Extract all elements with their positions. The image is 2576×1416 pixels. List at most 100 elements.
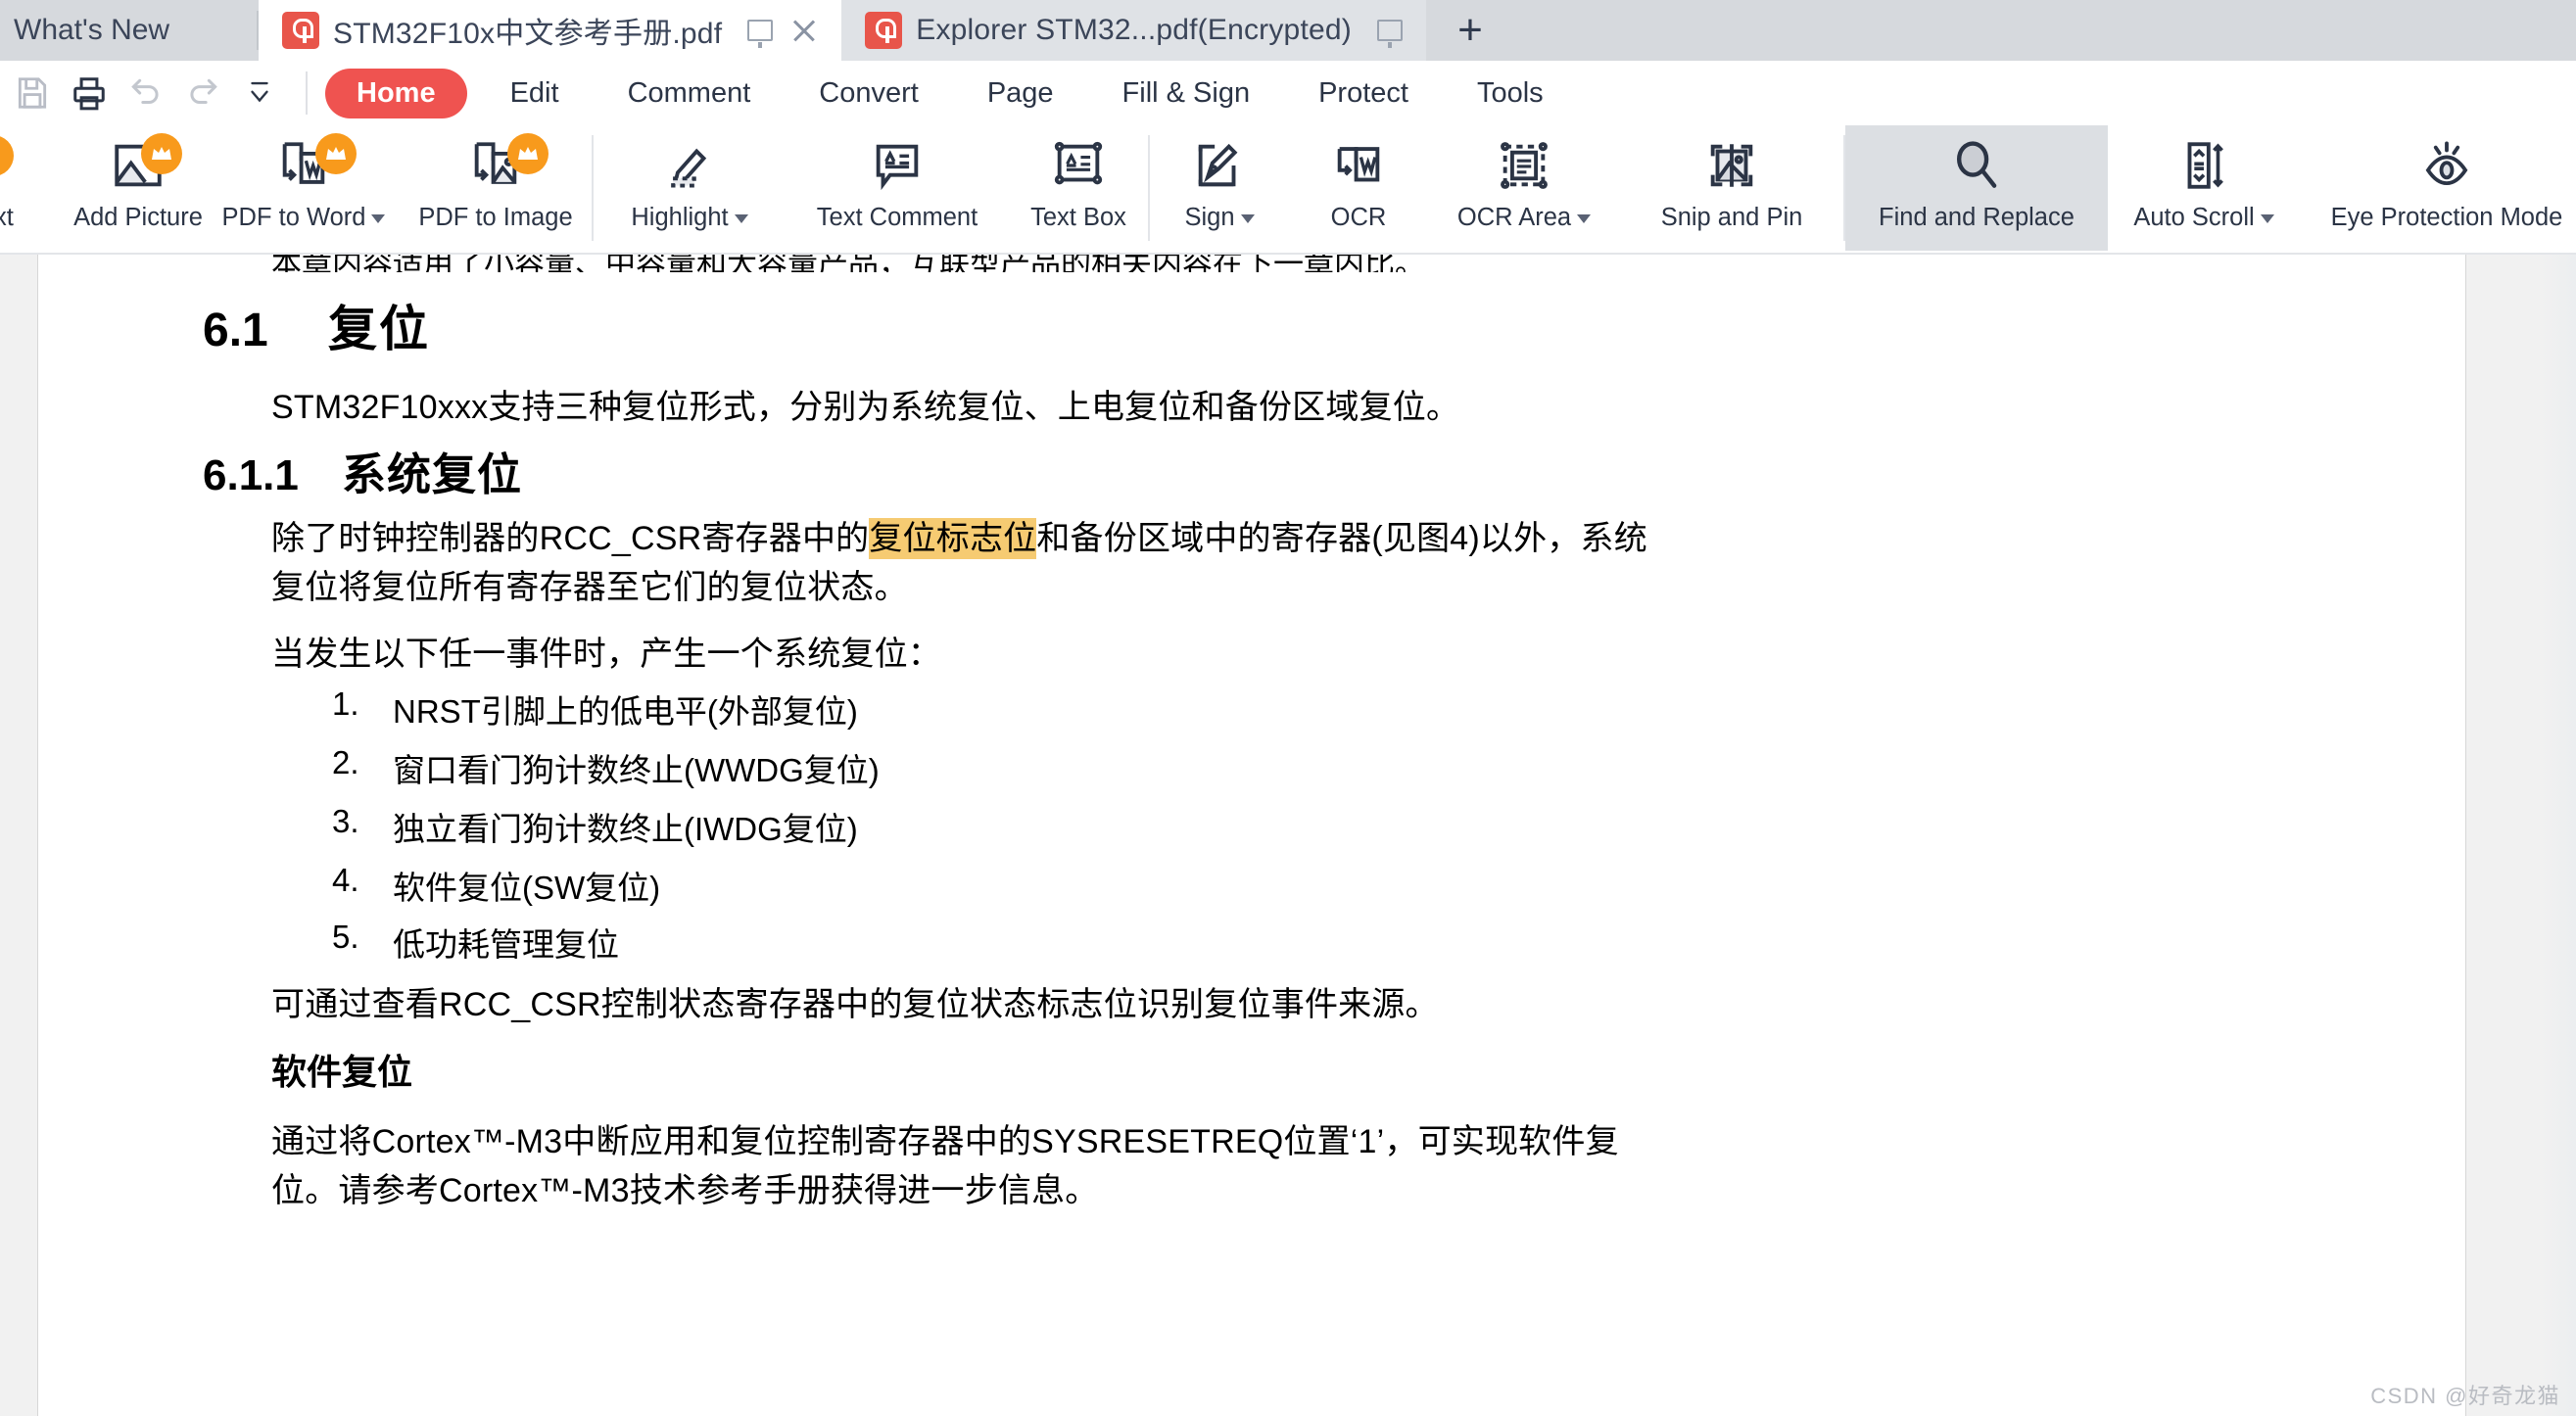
heading-6-1-1-text: 系统复位	[342, 449, 523, 499]
ribbon-highlight-label: Highlight	[631, 204, 748, 232]
ocr-area-icon	[1501, 142, 1548, 189]
ribbon-add-text-label: xt	[0, 204, 14, 231]
ribbon-sign[interactable]: Sign	[1150, 125, 1289, 251]
menu-item-convert[interactable]: Convert	[793, 69, 944, 118]
chevron-down-icon[interactable]	[1577, 214, 1592, 223]
text-box-icon	[1054, 141, 1103, 185]
ribbon-ocr-label: OCR	[1330, 204, 1387, 231]
ribbon-snip-and-pin-label: Snip and Pin	[1660, 204, 1803, 231]
paragraph-reset-intro: STM32F10xxx支持三种复位形式，分别为系统复位、上电复位和备份区域复位。	[271, 389, 1460, 426]
list-item-number: 1.	[332, 685, 359, 722]
list-item-number: 2.	[332, 744, 359, 780]
ribbon-add-text[interactable]: xt	[0, 125, 69, 251]
heading-6-1-text: 复位	[328, 302, 430, 356]
ribbon-snip-and-pin[interactable]: Snip and Pin	[1620, 125, 1843, 251]
snip-and-pin-icon	[1710, 144, 1753, 187]
pro-crown-icon	[507, 133, 549, 174]
ribbon-ocr-area-label: OCR Area	[1456, 204, 1592, 232]
paragraph-software-reset-line2: 位。请参考Cortex™-M3技术参考手册获得进一步信息。	[271, 1172, 1099, 1209]
ribbon-pdf-to-word-text: PDF to Word	[221, 204, 366, 231]
ribbon-eye-protection-mode[interactable]: Eye Protection Mode	[2300, 125, 2576, 251]
list-item-text: 窗口看门狗计数终止(WWDG复位)	[393, 752, 880, 788]
sub-heading-software-reset: 软件复位	[271, 1052, 413, 1092]
vertical-scrollbar[interactable]	[2541, 255, 2576, 1416]
chevron-down-icon[interactable]	[734, 214, 748, 223]
menu-item-protect[interactable]: Protect	[1293, 69, 1434, 118]
tab-whats-new-label: What's New	[14, 14, 170, 46]
list-item: 1. NRST引脚上的低电平(外部复位)	[332, 685, 858, 732]
tab-whats-new[interactable]: What's New	[0, 0, 257, 61]
paragraph-system-reset-pre: 除了时钟控制器的RCC_CSR寄存器中的	[271, 520, 870, 557]
chevron-down-icon[interactable]	[2260, 214, 2274, 223]
ribbon-add-picture[interactable]: Add Picture	[69, 125, 208, 251]
clipped-previous-paragraph: 本章内容适用了小容量、中容量和大容量产品，互联型产品的相关内容在下一章内比。	[271, 255, 1425, 272]
ribbon-text-comment[interactable]: Text Comment	[786, 125, 1009, 251]
ribbon-sign-text: Sign	[1184, 204, 1235, 231]
chevron-down-icon[interactable]	[371, 214, 386, 223]
present-mode-icon[interactable]	[747, 20, 774, 48]
tab-explorer-encrypted[interactable]: Explorer STM32...pdf(Encrypted)	[841, 0, 1426, 61]
paragraph-system-reset-line2: 复位将复位所有寄存器至它们的复位状态。	[271, 569, 908, 606]
eye-protection-icon	[2425, 141, 2468, 186]
ribbon-pdf-to-word-label: PDF to Word	[222, 204, 386, 232]
paragraph-reset-events-intro: 当发生以下任一事件时，产生一个系统复位：	[271, 636, 941, 673]
csdn-watermark: CSDN @好奇龙猫	[2370, 1384, 2560, 1408]
list-item-text: NRST引脚上的低电平(外部复位)	[393, 693, 858, 730]
tab-inactive-label: Explorer STM32...pdf(Encrypted)	[916, 14, 1352, 46]
menu-item-fill-and-sign[interactable]: Fill & Sign	[1097, 69, 1276, 118]
print-icon[interactable]	[61, 65, 118, 121]
menu-item-tools[interactable]: Tools	[1452, 69, 1569, 118]
ribbon-sign-label: Sign	[1184, 204, 1255, 232]
list-item: 3. 独立看门狗计数终止(IWDG复位)	[332, 803, 858, 850]
list-item-number: 3.	[332, 803, 359, 839]
ribbon-pdf-to-word[interactable]: PDF to Word	[208, 125, 400, 251]
new-tab-button[interactable]: +	[1425, 0, 1514, 61]
ribbon-highlight[interactable]: Highlight	[594, 125, 786, 251]
ribbon-pdf-to-image-label: PDF to Image	[418, 204, 573, 231]
pro-crown-icon	[0, 135, 14, 176]
paragraph-software-reset-line1: 通过将Cortex™-M3中断应用和复位控制寄存器中的SYSRESETREQ位置…	[271, 1123, 1619, 1160]
list-item-number: 5.	[332, 919, 359, 955]
menu-item-page[interactable]: Page	[962, 69, 1079, 118]
pdf-icon	[282, 12, 319, 49]
ribbon-ocr[interactable]: OCR	[1289, 125, 1428, 251]
ribbon-text-comment-label: Text Comment	[816, 204, 978, 231]
highlighted-text[interactable]: 复位标志位	[869, 518, 1037, 559]
ribbon-highlight-text: Highlight	[631, 204, 729, 231]
chevron-down-icon[interactable]	[1240, 214, 1255, 223]
ribbon-ocr-area-text: OCR Area	[1456, 204, 1572, 231]
list-item-text: 独立看门狗计数终止(IWDG复位)	[393, 811, 858, 847]
ribbon-auto-scroll-label: Auto Scroll	[2133, 204, 2274, 232]
document-viewer[interactable]: 本章内容适用了小容量、中容量和大容量产品，互联型产品的相关内容在下一章内比。 6…	[0, 255, 2576, 1416]
menu-item-edit[interactable]: Edit	[485, 69, 585, 118]
ribbon-pdf-to-image[interactable]: PDF to Image	[400, 125, 592, 251]
menu-item-comment[interactable]: Comment	[602, 69, 777, 118]
list-item: 4. 软件复位(SW复位)	[332, 862, 660, 909]
heading-6-1: 6.1 复位	[203, 290, 430, 360]
ribbon-ocr-area[interactable]: OCR Area	[1428, 125, 1620, 251]
tab-stm32-reference-manual[interactable]: STM32F10x中文参考手册.pdf	[259, 0, 842, 61]
list-item-text: 软件复位(SW复位)	[393, 870, 661, 906]
menu-item-home[interactable]: Home	[325, 68, 467, 118]
ribbon-find-and-replace[interactable]: Find and Replace	[1845, 125, 2108, 251]
ribbon-text-box[interactable]: Text Box	[1009, 125, 1148, 251]
customize-toolbar-icon[interactable]	[231, 65, 288, 121]
list-item-number: 4.	[332, 862, 359, 898]
menu-divider	[306, 71, 308, 115]
pdf-page[interactable]: 本章内容适用了小容量、中容量和大容量产品，互联型产品的相关内容在下一章内比。 6…	[37, 255, 2466, 1416]
ribbon-auto-scroll[interactable]: Auto Scroll	[2108, 125, 2300, 251]
pdf-icon	[865, 12, 903, 49]
list-item: 2. 窗口看门狗计数终止(WWDG复位)	[332, 744, 880, 791]
close-icon[interactable]	[790, 17, 818, 44]
present-mode-icon[interactable]	[1376, 20, 1403, 48]
pro-crown-icon	[141, 133, 182, 174]
save-icon[interactable]	[4, 65, 61, 121]
highlight-icon	[671, 148, 707, 188]
undo-icon[interactable]	[118, 65, 174, 121]
heading-6-1-1: 6.1.1 系统复位	[203, 439, 522, 502]
ribbon-find-and-replace-label: Find and Replace	[1879, 204, 2075, 231]
ribbon-auto-scroll-text: Auto Scroll	[2133, 204, 2255, 231]
redo-icon[interactable]	[174, 65, 231, 121]
pro-crown-icon	[315, 133, 357, 174]
heading-6-1-1-number: 6.1.1	[203, 451, 299, 499]
